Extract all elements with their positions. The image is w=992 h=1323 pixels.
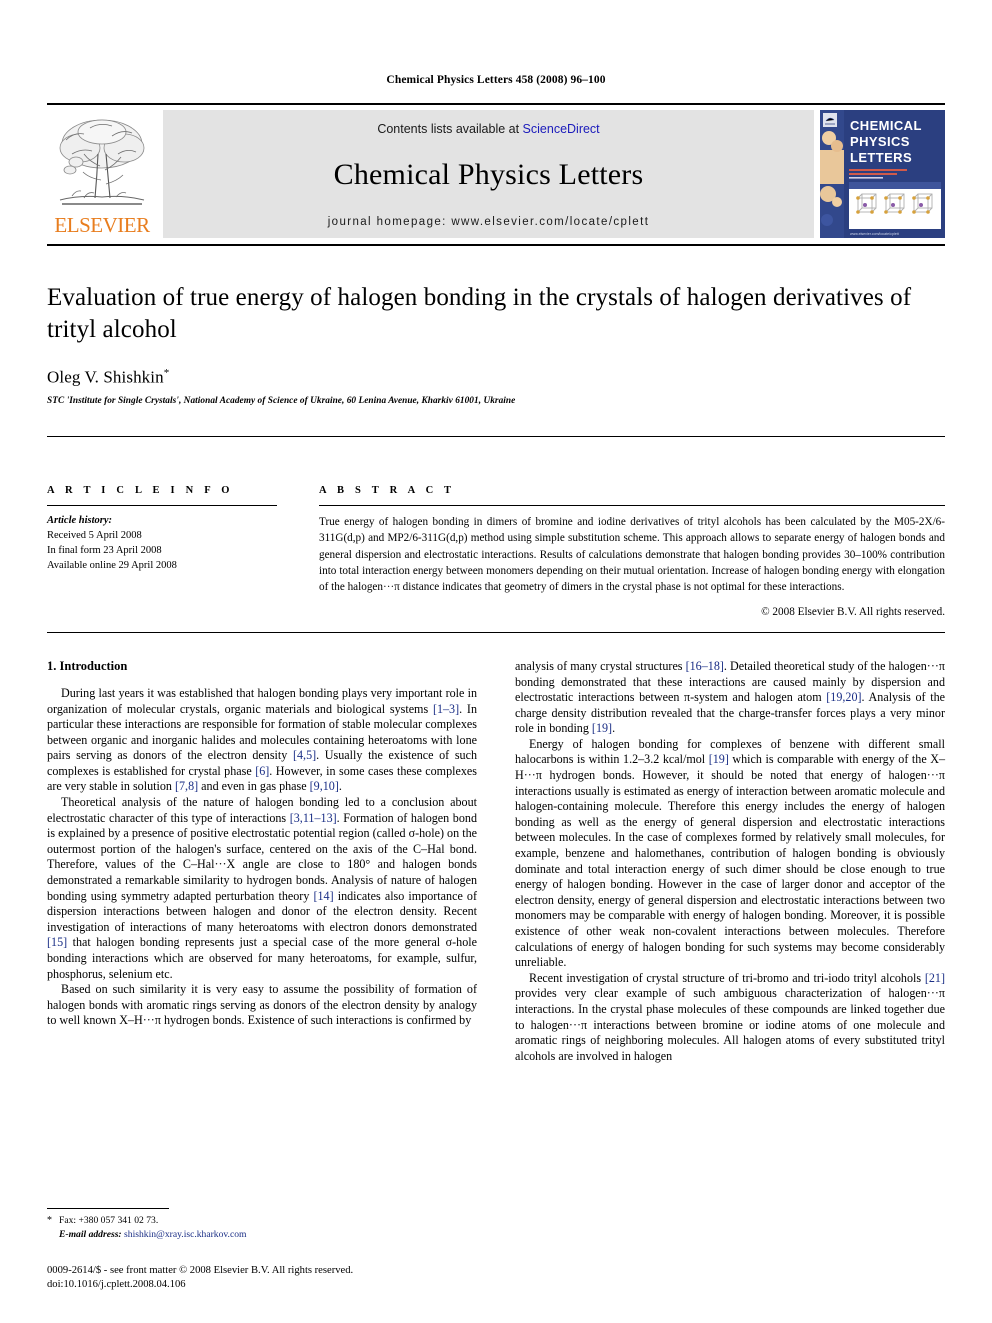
right-paragraph-1: analysis of many crystal structures [16–… bbox=[515, 658, 946, 736]
footnote-email-label: E-mail address: bbox=[59, 1228, 122, 1240]
affiliation: STC 'Institute for Single Crystals', Nat… bbox=[47, 396, 516, 407]
running-head: Chemical Physics Letters 458 (2008) 96–1… bbox=[386, 74, 606, 86]
abstract-bottom-rule bbox=[47, 631, 945, 633]
left-paragraph-3: Based on such similarity it is very easy… bbox=[47, 982, 477, 1028]
abstract-copyright: © 2008 Elsevier B.V. All rights reserved… bbox=[761, 605, 945, 618]
footnote-email-link[interactable]: shishkin@xray.isc.kharkov.com bbox=[124, 1229, 246, 1240]
footnote-rule bbox=[47, 1207, 169, 1209]
title-block: Evaluation of true energy of halogen bon… bbox=[47, 282, 945, 407]
contents-prefix: Contents lists available at bbox=[377, 121, 523, 136]
masthead-bottom-rule bbox=[47, 243, 945, 246]
right-paragraph-2: Energy of halogen bonding for complexes … bbox=[515, 736, 946, 970]
info-abstract-region: A R T I C L E I N F O Article history: R… bbox=[47, 471, 945, 618]
svg-text:PHYSICS: PHYSICS bbox=[850, 134, 910, 149]
author-footnote-marker: * bbox=[163, 366, 170, 379]
abstract-block: A B S T R A C T True energy of halogen b… bbox=[297, 471, 945, 618]
body-columns: 1. Introduction During last years it was… bbox=[47, 659, 945, 1064]
journal-homepage-line[interactable]: journal homepage: www.elsevier.com/locat… bbox=[328, 216, 650, 228]
author-list: Oleg V. Shishkin* bbox=[47, 367, 945, 388]
abstract-text: True energy of halogen bonding in dimers… bbox=[319, 516, 945, 593]
cover-image: CHEMICAL PHYSICS LETTERS www.elsevier.co… bbox=[820, 109, 945, 238]
article-info-block: A R T I C L E I N F O Article history: R… bbox=[47, 471, 297, 618]
imprint-line-2: doi:10.1016/j.cplett.2008.04.106 bbox=[47, 1279, 186, 1291]
abstract-heading: A B S T R A C T bbox=[319, 485, 456, 497]
contents-available-line: Contents lists available at ScienceDirec… bbox=[377, 122, 599, 136]
footnote-fax: * Fax: +380 057 341 02 73. bbox=[47, 1214, 486, 1228]
elsevier-tree-icon bbox=[59, 119, 145, 205]
history-received: Received 5 April 2008 bbox=[47, 530, 142, 542]
author-name: Oleg V. Shishkin bbox=[47, 367, 164, 387]
journal-title: Chemical Physics Letters bbox=[333, 157, 644, 191]
article-info-heading: A R T I C L E I N F O bbox=[47, 485, 234, 497]
left-paragraph-2: Theoretical analysis of the nature of ha… bbox=[47, 795, 477, 981]
sciencedirect-link[interactable]: ScienceDirect bbox=[523, 122, 600, 136]
footnote-email: E-mail address: shishkin@xray.isc.kharko… bbox=[47, 1228, 486, 1242]
svg-text:CHEMICAL: CHEMICAL bbox=[850, 118, 922, 133]
article-first-page: Chemical Physics Letters 458 (2008) 96–1… bbox=[0, 0, 992, 1323]
imprint-block: 0009-2614/$ - see front matter © 2008 El… bbox=[47, 1264, 486, 1293]
elsevier-wordmark: ELSEVIER bbox=[54, 212, 150, 237]
imprint-line-1: 0009-2614/$ - see front matter © 2008 El… bbox=[47, 1264, 354, 1276]
page-title: Evaluation of true energy of halogen bon… bbox=[47, 283, 912, 343]
masthead-banner: Contents lists available at ScienceDirec… bbox=[163, 109, 814, 238]
abstract-rule bbox=[319, 505, 945, 507]
section-heading-introduction: 1. Introduction bbox=[47, 658, 128, 673]
footnote-fax-text: Fax: +380 057 341 02 73. bbox=[59, 1214, 159, 1226]
footnote-block: * Fax: +380 057 341 02 73. E-mail addres… bbox=[47, 1207, 486, 1293]
left-paragraph-1: During last years it was established tha… bbox=[47, 685, 477, 794]
elsevier-logo: ELSEVIER bbox=[47, 110, 157, 238]
journal-cover-thumbnail: CHEMICAL PHYSICS LETTERS www.elsevier.co… bbox=[820, 109, 945, 238]
history-available-online: Available online 29 April 2008 bbox=[47, 560, 177, 572]
journal-masthead: ELSEVIER Contents lists available at Sci… bbox=[47, 102, 945, 242]
info-top-rule bbox=[47, 436, 945, 438]
footnote-marker: * bbox=[47, 1214, 52, 1226]
article-history-label: Article history: bbox=[47, 515, 113, 527]
article-info-rule bbox=[47, 505, 277, 507]
history-final-form: In final form 23 April 2008 bbox=[47, 545, 162, 557]
right-paragraph-3: Recent investigation of crystal structur… bbox=[515, 970, 945, 1063]
right-column: analysis of many crystal structures [16–… bbox=[515, 659, 945, 1064]
left-column: 1. Introduction During last years it was… bbox=[47, 659, 477, 1064]
svg-text:LETTERS: LETTERS bbox=[850, 150, 912, 165]
cover-footer-url: www.elsevier.com/locate/cplett bbox=[850, 232, 899, 236]
